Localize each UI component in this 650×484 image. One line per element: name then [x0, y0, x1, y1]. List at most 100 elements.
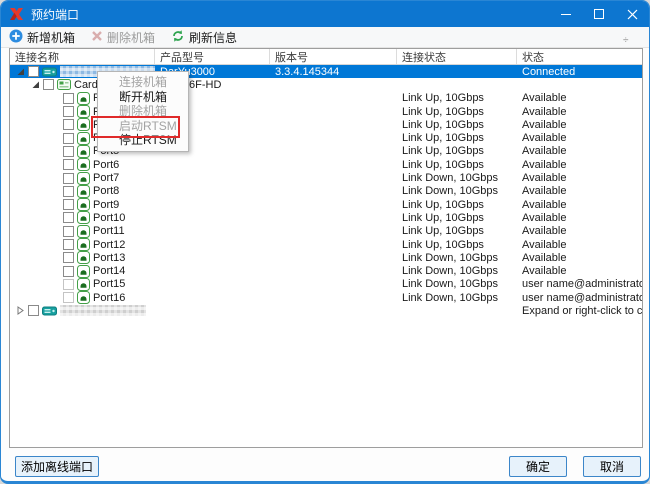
- row-checkbox[interactable]: [63, 292, 74, 303]
- link-cell: Link Up, 10Gbps: [397, 118, 517, 131]
- redacted-connection-name: [60, 305, 146, 316]
- table-row-Port7[interactable]: Port7Link Down, 10GbpsAvailable: [10, 171, 642, 184]
- row-checkbox[interactable]: [43, 79, 54, 90]
- column-header-version[interactable]: 版本号: [270, 49, 397, 64]
- connection-name-cell: Port11: [10, 225, 155, 238]
- row-checkbox[interactable]: [63, 119, 74, 130]
- maximize-button[interactable]: [583, 1, 616, 27]
- row-checkbox[interactable]: [63, 93, 74, 104]
- expand-arrow-icon[interactable]: [15, 67, 25, 76]
- link-cell: Link Down, 10Gbps: [397, 278, 517, 291]
- port-icon: [77, 105, 90, 118]
- table-row-Port6[interactable]: Port6Link Up, 10GbpsAvailable: [10, 158, 642, 171]
- status-cell: Available: [517, 131, 642, 144]
- row-label: Port9: [93, 199, 119, 211]
- connection-name-cell: Port16: [10, 291, 155, 304]
- context-menu: 连接机箱 断开机箱 删除机箱 启动RTSM 停止RTSM: [97, 71, 189, 152]
- link-cell: [397, 65, 517, 78]
- minimize-button[interactable]: [550, 1, 583, 27]
- link-cell: Link Down, 10Gbps: [397, 264, 517, 277]
- port-icon: [77, 238, 90, 251]
- menu-item-disconnect-chassis[interactable]: 断开机箱: [98, 90, 188, 105]
- version-cell: [270, 105, 397, 118]
- version-cell: [270, 131, 397, 144]
- table-row-Port15[interactable]: Port15Link Down, 10Gbpsuser name@adminis…: [10, 278, 642, 291]
- table-row-Port16[interactable]: Port16Link Down, 10Gbpsuser name@adminis…: [10, 291, 642, 304]
- delete-chassis-label: 删除机箱: [107, 29, 155, 46]
- row-checkbox[interactable]: [28, 66, 39, 77]
- row-checkbox[interactable]: [63, 212, 74, 223]
- port-icon: [77, 291, 90, 304]
- row-checkbox[interactable]: [63, 186, 74, 197]
- row-label: Port16: [93, 292, 125, 304]
- column-header-connection-status[interactable]: 连接状态: [397, 49, 517, 64]
- table-row-chassis[interactable]: Expand or right-click to conn...: [10, 304, 642, 317]
- refresh-icon: [171, 29, 185, 46]
- table-row-Port12[interactable]: Port12Link Up, 10GbpsAvailable: [10, 238, 642, 251]
- table-row-Port10[interactable]: Port10Link Up, 10GbpsAvailable: [10, 211, 642, 224]
- status-cell: Available: [517, 171, 642, 184]
- product-cell: [155, 238, 270, 251]
- refresh-info-label: 刷新信息: [189, 29, 237, 46]
- table-row-Port9[interactable]: Port9 Link Up, 10GbpsAvailable: [10, 198, 642, 211]
- link-cell: Link Up, 10Gbps: [397, 238, 517, 251]
- delete-x-icon: [91, 30, 103, 45]
- row-label: Port8: [93, 185, 119, 197]
- row-checkbox[interactable]: [63, 199, 74, 210]
- add-offline-port-button[interactable]: 添加离线端口: [15, 456, 99, 477]
- row-checkbox[interactable]: [63, 106, 74, 117]
- link-cell: Link Up, 10Gbps: [397, 211, 517, 224]
- port-icon: [77, 198, 90, 211]
- table-row-Port14[interactable]: Port14Link Down, 10GbpsAvailable: [10, 264, 642, 277]
- status-cell: Available: [517, 225, 642, 238]
- row-checkbox[interactable]: [63, 252, 74, 263]
- link-cell: Link Up, 10Gbps: [397, 198, 517, 211]
- status-cell: Available: [517, 105, 642, 118]
- version-cell: [270, 264, 397, 277]
- link-cell: Link Down, 10Gbps: [397, 251, 517, 264]
- row-checkbox[interactable]: [63, 226, 74, 237]
- port-icon: [77, 132, 90, 145]
- title-bar: 预约端口: [1, 1, 649, 27]
- product-cell: [155, 198, 270, 211]
- window-title: 预约端口: [31, 6, 550, 23]
- column-header-connection-name[interactable]: 连接名称: [10, 49, 155, 64]
- expand-arrow-icon[interactable]: [30, 80, 40, 89]
- ok-button[interactable]: 确定: [509, 456, 567, 477]
- row-checkbox[interactable]: [63, 239, 74, 250]
- table-row-Port13[interactable]: Port13Link Down, 10GbpsAvailable: [10, 251, 642, 264]
- add-chassis-button[interactable]: 新增机箱: [9, 29, 75, 46]
- column-header-product-model[interactable]: 产品型号: [155, 49, 270, 64]
- row-checkbox[interactable]: [63, 159, 74, 170]
- status-cell: Available: [517, 264, 642, 277]
- column-header-status[interactable]: 状态: [517, 49, 642, 64]
- close-button[interactable]: [616, 1, 649, 27]
- collapse-arrow-icon[interactable]: [15, 306, 25, 315]
- delete-chassis-button[interactable]: 删除机箱: [91, 29, 155, 46]
- status-cell: [517, 78, 642, 91]
- version-cell: [270, 291, 397, 304]
- row-checkbox[interactable]: [63, 266, 74, 277]
- refresh-info-button[interactable]: 刷新信息: [171, 29, 237, 46]
- link-cell: Link Up, 10Gbps: [397, 225, 517, 238]
- status-cell: Available: [517, 198, 642, 211]
- toolbar-overflow-icon[interactable]: ÷: [623, 35, 629, 46]
- row-checkbox[interactable]: [63, 173, 74, 184]
- row-checkbox[interactable]: [28, 305, 39, 316]
- product-cell: [155, 171, 270, 184]
- menu-item-connect-chassis[interactable]: 连接机箱: [98, 75, 188, 90]
- port-icon: [77, 225, 90, 238]
- row-checkbox[interactable]: [63, 133, 74, 144]
- row-checkbox[interactable]: [63, 279, 74, 290]
- connection-name-cell: Port7: [10, 171, 155, 184]
- link-cell: [397, 78, 517, 91]
- table-row-Port11[interactable]: Port11 Link Up, 10GbpsAvailable: [10, 225, 642, 238]
- row-label: Port7: [93, 172, 119, 184]
- cancel-button[interactable]: 取消: [583, 456, 641, 477]
- row-checkbox[interactable]: [63, 146, 74, 157]
- status-cell: Available: [517, 238, 642, 251]
- table-header: 连接名称 产品型号 版本号 连接状态 状态: [10, 49, 642, 65]
- connection-name-cell: Port15: [10, 278, 155, 291]
- status-cell: user name@administrator: [517, 291, 642, 304]
- table-row-Port8[interactable]: Port8Link Down, 10GbpsAvailable: [10, 185, 642, 198]
